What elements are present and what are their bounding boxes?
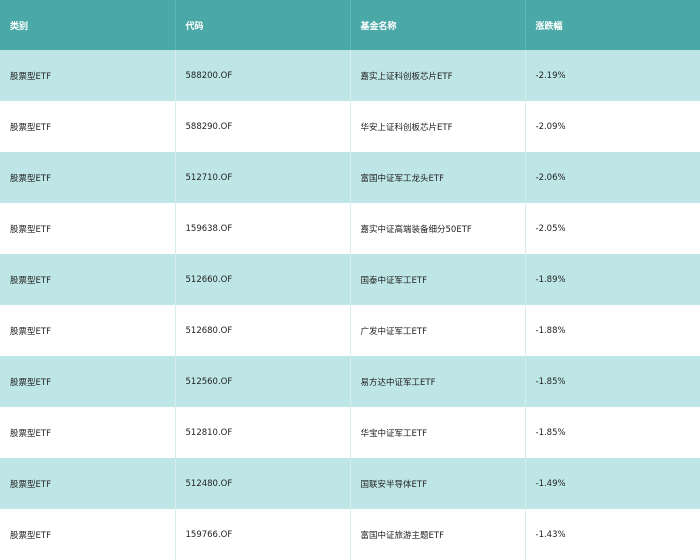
table-row[interactable]: 股票型ETF 512660.OF 国泰中证军工ETF -1.89% [0, 254, 700, 305]
cell-category: 股票型ETF [0, 356, 176, 407]
table-row[interactable]: 股票型ETF 512680.OF 广发中证军工ETF -1.88% [0, 305, 700, 356]
table-row[interactable]: 股票型ETF 588200.OF 嘉实上证科创板芯片ETF -2.19% [0, 50, 700, 101]
cell-category: 股票型ETF [0, 509, 176, 560]
header-category[interactable]: 类别 [0, 0, 176, 50]
fund-table: 类别 代码 基金名称 涨跌幅 股票型ETF 588200.OF 嘉实上证科创板芯片E… [0, 0, 700, 560]
cell-code: 512680.OF [175, 305, 351, 356]
cell-category: 股票型ETF [0, 458, 176, 509]
cell-category: 股票型ETF [0, 50, 176, 101]
cell-change: -2.09% [535, 121, 566, 132]
cell-fund-name: 华宝中证军工ETF [350, 407, 526, 458]
cell-fund-name: 嘉实中证高端装备细分50ETF [350, 203, 526, 254]
header-row: 类别 代码 基金名称 涨跌幅 [0, 0, 700, 50]
cell-code: 159638.OF [175, 203, 351, 254]
cell-fund-name: 广发中证军工ETF [350, 305, 526, 356]
cell-category: 股票型ETF [0, 203, 176, 254]
cell-change: -1.85% [535, 376, 566, 387]
cell-change: -1.88% [535, 325, 566, 336]
cell-fund-name: 国泰中证军工ETF [350, 254, 526, 305]
cell-code: 512810.OF [175, 407, 351, 458]
cell-fund-name: 易方达中证军工ETF [350, 356, 526, 407]
cell-change: -2.19% [535, 70, 566, 81]
table-row[interactable]: 股票型ETF 512710.OF 富国中证军工龙头ETF -2.06% [0, 152, 700, 203]
cell-code: 159766.OF [175, 509, 351, 560]
cell-code: 588200.OF [175, 50, 351, 101]
cell-category: 股票型ETF [0, 305, 176, 356]
cell-fund-name: 富国中证旅游主题ETF [350, 509, 526, 560]
header-code[interactable]: 代码 [175, 0, 351, 50]
cell-code: 512710.OF [175, 152, 351, 203]
table-header: 类别 代码 基金名称 涨跌幅 [0, 0, 700, 50]
table-row[interactable]: 股票型ETF 159766.OF 富国中证旅游主题ETF -1.43% [0, 509, 700, 560]
cell-code: 512660.OF [175, 254, 351, 305]
table-row[interactable]: 股票型ETF 159638.OF 嘉实中证高端装备细分50ETF -2.05% [0, 203, 700, 254]
table-row[interactable]: 股票型ETF 512810.OF 华宝中证军工ETF -1.85% [0, 407, 700, 458]
header-fund-name[interactable]: 基金名称 [350, 0, 526, 50]
cell-category: 股票型ETF [0, 101, 176, 152]
cell-category: 股票型ETF [0, 407, 176, 458]
cell-change: -2.06% [535, 172, 566, 183]
cell-change: -2.05% [535, 223, 566, 234]
cell-change: -1.89% [535, 274, 566, 285]
table-row[interactable]: 股票型ETF 512560.OF 易方达中证军工ETF -1.85% [0, 356, 700, 407]
cell-fund-name: 华安上证科创板芯片ETF [350, 101, 526, 152]
table-row[interactable]: 股票型ETF 588290.OF 华安上证科创板芯片ETF -2.09% [0, 101, 700, 152]
cell-change: -1.85% [535, 427, 566, 438]
cell-code: 588290.OF [175, 101, 351, 152]
table-body: 股票型ETF 588200.OF 嘉实上证科创板芯片ETF -2.19% 股票型ETF 5… [0, 50, 700, 560]
cell-change: -1.49% [535, 478, 566, 489]
header-change[interactable]: 涨跌幅 [525, 0, 700, 50]
cell-code: 512560.OF [175, 356, 351, 407]
table-row[interactable]: 股票型ETF 512480.OF 国联安半导体ETF -1.49% [0, 458, 700, 509]
cell-category: 股票型ETF [0, 152, 176, 203]
cell-change: -1.43% [535, 529, 566, 540]
cell-code: 512480.OF [175, 458, 351, 509]
cell-fund-name: 富国中证军工龙头ETF [350, 152, 526, 203]
cell-fund-name: 国联安半导体ETF [350, 458, 526, 509]
cell-fund-name: 嘉实上证科创板芯片ETF [350, 50, 526, 101]
cell-category: 股票型ETF [0, 254, 176, 305]
